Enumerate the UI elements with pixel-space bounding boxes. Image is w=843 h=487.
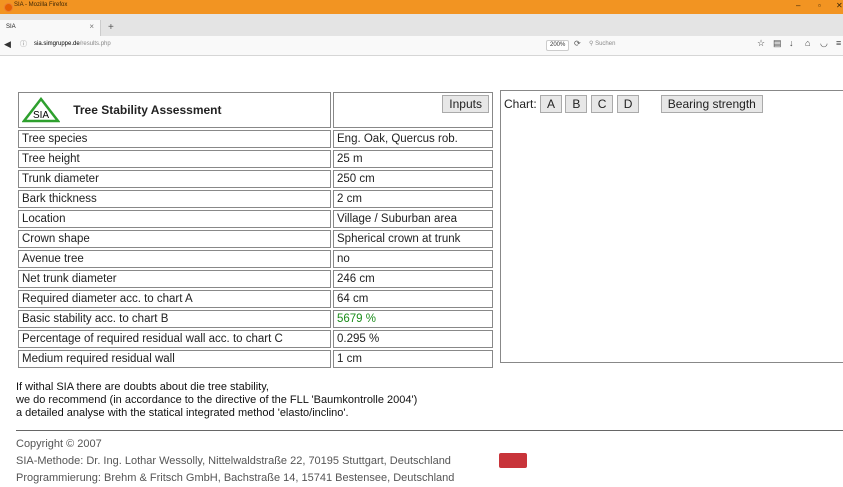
maximize-icon[interactable]: ▫ <box>818 1 821 10</box>
logo-text: SIA <box>33 110 49 121</box>
row-value: 25 m <box>333 150 493 168</box>
chart-label: Chart: <box>504 97 537 111</box>
tab-label: SIA <box>6 24 16 30</box>
table-row: Trunk diameter 250 cm <box>18 170 493 188</box>
footer-divider <box>16 430 843 431</box>
row-value: 64 cm <box>333 290 493 308</box>
page-title: Tree Stability Assessment <box>73 103 222 117</box>
close-tab-icon[interactable]: × <box>89 22 94 31</box>
table-row: Crown shape Spherical crown at trunk <box>18 230 493 248</box>
company-logo <box>499 453 527 468</box>
search-placeholder: Suchen <box>595 41 616 47</box>
row-label: Location <box>18 210 331 228</box>
row-label: Percentage of required residual wall acc… <box>18 330 331 348</box>
url-domain: sia.simgruppe.de <box>34 41 80 47</box>
sia-logo-icon: SIA <box>22 97 60 123</box>
row-label: Medium required residual wall <box>18 350 331 368</box>
tab-strip <box>0 14 843 36</box>
table-row: Bark thickness 2 cm <box>18 190 493 208</box>
row-label: Net trunk diameter <box>18 270 331 288</box>
bearing-strength-button[interactable]: Bearing strength <box>660 95 763 113</box>
tab-sia[interactable]: SIA × <box>0 20 101 36</box>
chart-selector: Chart: A B C D Bearing strength <box>504 95 763 113</box>
site-info-icon[interactable]: ⓘ <box>20 39 27 49</box>
row-value: Spherical crown at trunk <box>333 230 493 248</box>
table-row: Tree height 25 m <box>18 150 493 168</box>
row-value: Village / Suburban area <box>333 210 493 228</box>
reload-icon[interactable]: ⟳ <box>574 39 581 48</box>
table-row: Medium required residual wall 1 cm <box>18 350 493 368</box>
notice-line: a detailed analyse with the statical int… <box>16 407 349 419</box>
row-value: 246 cm <box>333 270 493 288</box>
row-label: Tree species <box>18 130 331 148</box>
row-label: Trunk diameter <box>18 170 331 188</box>
close-window-icon[interactable]: ✕ <box>836 1 843 10</box>
pocket-icon[interactable]: ◡ <box>820 38 828 49</box>
notice-line: we do recommend (in accordance to the di… <box>16 394 418 406</box>
row-value: 2 cm <box>333 190 493 208</box>
results-table: SIA Tree Stability Assessment Inputs Tre… <box>16 90 495 370</box>
menu-icon[interactable]: ≡ <box>836 38 841 48</box>
library-icon[interactable]: ▤ <box>773 38 782 49</box>
firefox-icon <box>4 3 13 12</box>
title-cell: SIA Tree Stability Assessment <box>18 92 331 128</box>
row-value: 5679 % <box>333 310 493 328</box>
chart-c-button[interactable]: C <box>590 95 614 113</box>
chart-d-button[interactable]: D <box>616 95 640 113</box>
bookmark-star-icon[interactable]: ☆ <box>757 38 765 49</box>
download-icon[interactable]: ↓ <box>789 38 794 48</box>
minimize-icon[interactable]: – <box>796 1 800 10</box>
new-tab-icon[interactable]: + <box>108 22 114 33</box>
window-titlebar: SIA - Mozilla Firefox – ▫ ✕ <box>0 0 843 14</box>
row-value: no <box>333 250 493 268</box>
table-row: Percentage of required residual wall acc… <box>18 330 493 348</box>
navigation-bar: ◀ ⓘ sia.simgruppe.de/results.php 200% ⟳ … <box>0 36 843 56</box>
method-credit: SIA-Methode: Dr. Ing. Lothar Wessolly, N… <box>16 455 451 467</box>
row-label: Required diameter acc. to chart A <box>18 290 331 308</box>
table-row: Required diameter acc. to chart A 64 cm <box>18 290 493 308</box>
results-header-row: SIA Tree Stability Assessment Inputs <box>18 92 493 128</box>
table-row: Location Village / Suburban area <box>18 210 493 228</box>
zoom-indicator[interactable]: 200% <box>546 40 570 51</box>
search-field[interactable]: ⚲ Suchen <box>589 39 734 50</box>
chart-panel: Chart: A B C D Bearing strength <box>500 90 843 363</box>
inputs-cell: Inputs <box>333 92 493 128</box>
row-label: Tree height <box>18 150 331 168</box>
inputs-button[interactable]: Inputs <box>442 95 489 113</box>
row-value: Eng. Oak, Quercus rob. <box>333 130 493 148</box>
row-value: 0.295 % <box>333 330 493 348</box>
chart-b-button[interactable]: B <box>565 95 588 113</box>
home-icon[interactable]: ⌂ <box>805 38 810 48</box>
results-rows: Tree species Eng. Oak, Quercus rob. Tree h… <box>18 130 493 368</box>
row-label: Crown shape <box>18 230 331 248</box>
chart-a-button[interactable]: A <box>540 95 563 113</box>
window-title: SIA - Mozilla Firefox <box>14 2 68 8</box>
address-bar[interactable]: sia.simgruppe.de/results.php <box>34 41 111 47</box>
stability-notice: If withal SIA there are doubts about die… <box>16 381 417 420</box>
footer: Copyright © 2007 SIA-Methode: Dr. Ing. L… <box>16 436 454 487</box>
table-row: Basic stability acc. to chart B 5679 % <box>18 310 493 328</box>
table-row: Net trunk diameter 246 cm <box>18 270 493 288</box>
url-path: /results.php <box>79 41 111 47</box>
notice-line: If withal SIA there are doubts about die… <box>16 381 269 393</box>
copyright: Copyright © 2007 <box>16 438 102 450</box>
row-value: 1 cm <box>333 350 493 368</box>
row-label: Basic stability acc. to chart B <box>18 310 331 328</box>
search-icon: ⚲ <box>589 41 594 47</box>
programming-credit: Programmierung: Brehm & Fritsch GmbH, Ba… <box>16 472 455 484</box>
table-row: Tree species Eng. Oak, Quercus rob. <box>18 130 493 148</box>
row-label: Avenue tree <box>18 250 331 268</box>
row-value: 250 cm <box>333 170 493 188</box>
table-row: Avenue tree no <box>18 250 493 268</box>
row-label: Bark thickness <box>18 190 331 208</box>
back-arrow-icon[interactable]: ◀ <box>4 39 11 50</box>
